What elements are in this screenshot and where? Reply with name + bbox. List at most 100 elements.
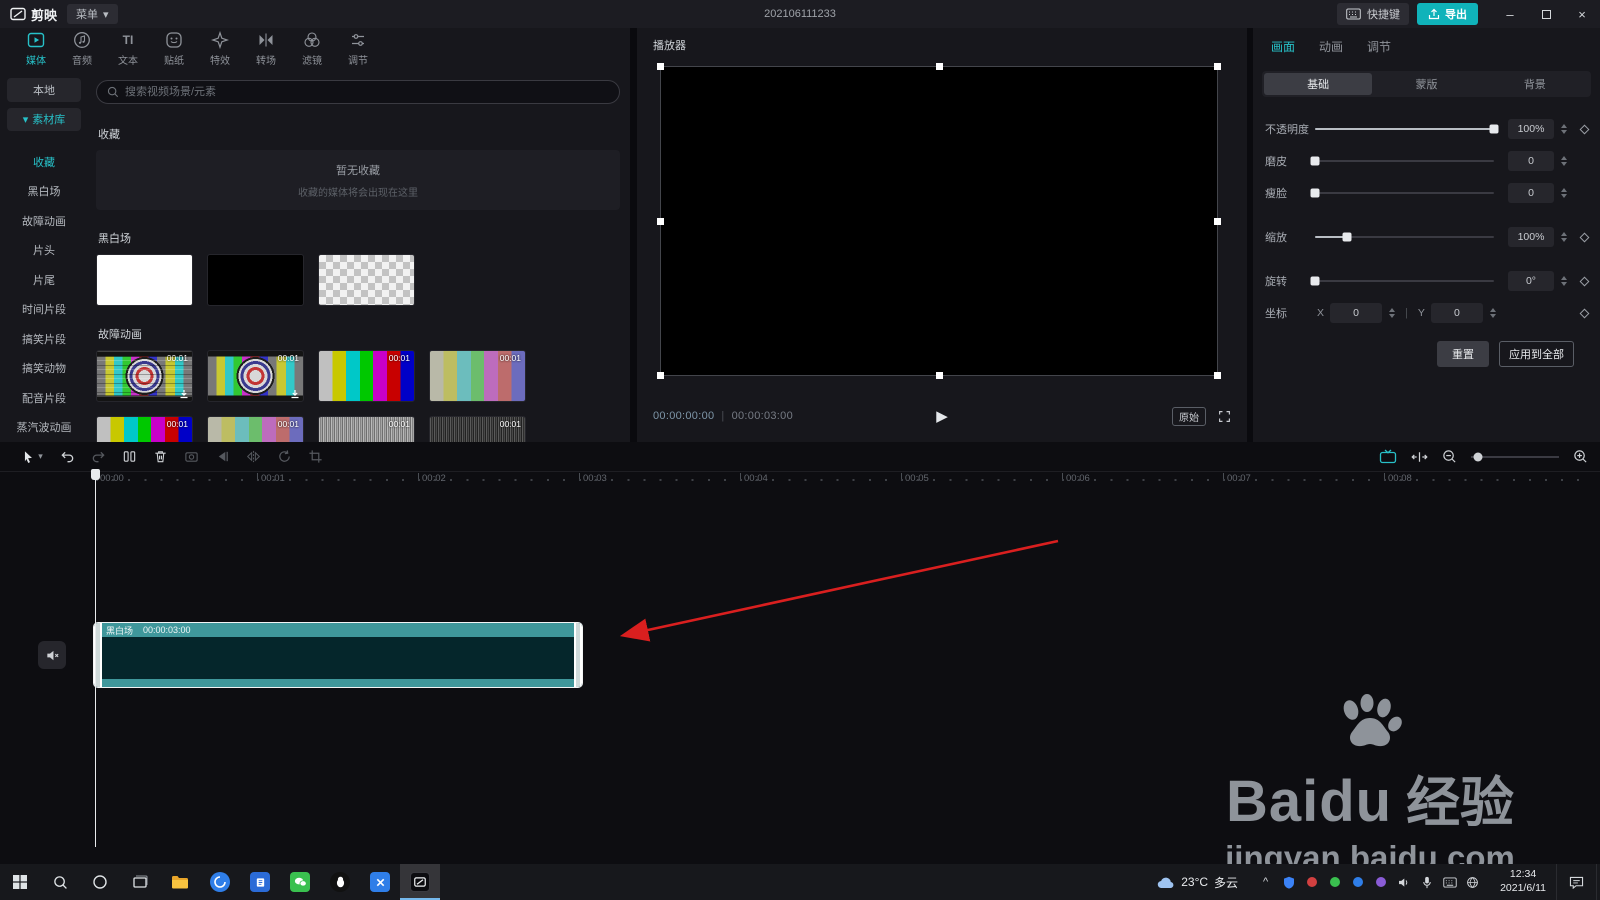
playhead[interactable]: [91, 469, 100, 847]
scale-slider[interactable]: [1315, 232, 1494, 242]
tray-expand-chevron[interactable]: ^: [1258, 875, 1273, 890]
sidebar-item-intro[interactable]: 片头: [7, 236, 81, 266]
maximize-button[interactable]: [1528, 0, 1564, 28]
smooth-skin-slider[interactable]: [1310, 156, 1494, 166]
taskbar-search-button[interactable]: [40, 864, 80, 900]
timeline-zoom-slider[interactable]: [1471, 452, 1559, 461]
original-quality-button[interactable]: 原始: [1172, 406, 1206, 426]
weather-widget[interactable]: 23°C 多云: [1147, 874, 1248, 891]
minimize-button[interactable]: –: [1492, 0, 1528, 28]
sidebar-item-funny-clip[interactable]: 搞笑片段: [7, 324, 81, 354]
tab-transition[interactable]: 转场: [244, 31, 288, 67]
thumbnail-static-noise-dark[interactable]: 00:01: [429, 416, 526, 442]
tray-app-green[interactable]: [1327, 875, 1342, 890]
search-input[interactable]: [125, 86, 609, 98]
smooth-skin-value[interactable]: 0: [1508, 151, 1554, 171]
tab-adjust[interactable]: 调节: [336, 31, 380, 67]
zoom-slider-knob[interactable]: [1473, 452, 1483, 461]
subtab-mask[interactable]: 蒙版: [1372, 73, 1480, 95]
tray-app-blue[interactable]: [1350, 875, 1365, 890]
rotate-slider[interactable]: [1310, 276, 1494, 286]
fullscreen-icon[interactable]: [1218, 410, 1231, 423]
browser-app-button[interactable]: [200, 864, 240, 900]
select-tool-button[interactable]: ▾: [12, 446, 52, 468]
opacity-slider[interactable]: [1315, 124, 1499, 134]
ime-keyboard-icon[interactable]: [1442, 875, 1457, 890]
thumbnail-colorbars[interactable]: 00:01: [318, 350, 415, 402]
smooth-skin-stepper[interactable]: [1559, 156, 1569, 166]
split-button[interactable]: [114, 446, 145, 468]
thumbnail-colorbars-3[interactable]: 00:01: [207, 416, 304, 442]
slim-face-stepper[interactable]: [1559, 188, 1569, 198]
coord-y-value[interactable]: 0: [1430, 303, 1483, 323]
tray-app-purple[interactable]: [1373, 875, 1388, 890]
reset-button[interactable]: 重置: [1437, 341, 1489, 367]
thumbnail-colorbars-2[interactable]: 00:01: [96, 416, 193, 442]
subtab-basic[interactable]: 基础: [1264, 73, 1373, 95]
coord-x-value[interactable]: 0: [1330, 303, 1383, 323]
mute-track-button[interactable]: [38, 641, 66, 669]
download-icon[interactable]: [290, 389, 300, 399]
qq-button[interactable]: [320, 864, 360, 900]
jianying-app-button[interactable]: [400, 864, 440, 900]
scale-value[interactable]: 100%: [1508, 227, 1554, 247]
thumbnail-static-noise[interactable]: 00:01: [318, 416, 415, 442]
coord-y-stepper[interactable]: [1488, 308, 1498, 318]
sidebar-item-library[interactable]: ▾ 素材库: [7, 107, 81, 131]
timeline-ruler[interactable]: 00:00 00:01 00:02 00:03 00:04 00:05 00:0…: [0, 472, 1600, 486]
taskbar-clock[interactable]: 12:34 2021/6/11: [1490, 868, 1556, 895]
docs-app-button[interactable]: [240, 864, 280, 900]
close-button[interactable]: ×: [1564, 0, 1600, 28]
zoom-out-icon[interactable]: [1442, 449, 1457, 464]
video-preview[interactable]: [657, 63, 1221, 379]
selection-handle[interactable]: [1214, 372, 1221, 379]
wechat-button[interactable]: [280, 864, 320, 900]
menu-button[interactable]: 菜单 ▾: [67, 4, 118, 24]
sidebar-item-bw-field[interactable]: 黑白场: [7, 177, 81, 207]
tab-sticker[interactable]: 贴纸: [152, 31, 196, 67]
tab-animation[interactable]: 动画: [1319, 38, 1343, 55]
timeline-clip-bw-field[interactable]: 黑白场 00:00:03:00: [93, 622, 583, 688]
security-shield-icon[interactable]: [1281, 875, 1296, 890]
sidebar-item-local[interactable]: 本地: [7, 78, 81, 102]
slim-face-value[interactable]: 0: [1508, 183, 1554, 203]
volume-icon[interactable]: [1396, 875, 1411, 890]
reverse-button[interactable]: [207, 446, 238, 468]
zoom-in-icon[interactable]: [1573, 449, 1588, 464]
thumbnail-glitch-testcard[interactable]: 00:01: [96, 350, 193, 402]
play-button[interactable]: ▶: [936, 409, 948, 424]
thumbnail-transparent-field[interactable]: [318, 254, 415, 306]
sidebar-item-vaporwave[interactable]: 蒸汽波动画: [7, 413, 81, 443]
selection-handle[interactable]: [936, 63, 943, 70]
rotate-value[interactable]: 0°: [1508, 271, 1554, 291]
tray-app-red[interactable]: [1304, 875, 1319, 890]
task-view-button[interactable]: [120, 864, 160, 900]
shortcuts-button[interactable]: 快捷键: [1337, 3, 1409, 25]
coord-keyframe-icon[interactable]: [1579, 308, 1590, 318]
snap-toggle-icon[interactable]: [1411, 450, 1428, 464]
notification-center-button[interactable]: [1556, 864, 1596, 900]
tab-text[interactable]: TI 文本: [106, 31, 150, 67]
mirror-button[interactable]: [238, 446, 269, 468]
opacity-keyframe-icon[interactable]: [1579, 124, 1590, 134]
slim-face-slider[interactable]: [1310, 188, 1494, 198]
scale-stepper[interactable]: [1559, 232, 1569, 242]
selection-handle[interactable]: [936, 372, 943, 379]
tab-audio[interactable]: 音频: [60, 31, 104, 67]
delete-button[interactable]: [145, 446, 176, 468]
preview-quality-icon[interactable]: [1379, 449, 1397, 464]
selection-handle[interactable]: [657, 63, 664, 70]
freeze-frame-button[interactable]: [176, 446, 207, 468]
redo-button[interactable]: [83, 446, 114, 468]
thumbnail-colorbars-muted[interactable]: 00:01: [429, 350, 526, 402]
rotate-keyframe-icon[interactable]: [1579, 276, 1590, 286]
start-button[interactable]: [0, 864, 40, 900]
download-icon[interactable]: [179, 389, 189, 399]
tab-media[interactable]: 媒体: [14, 31, 58, 67]
cortana-button[interactable]: [80, 864, 120, 900]
sidebar-item-outro[interactable]: 片尾: [7, 265, 81, 295]
tab-effects[interactable]: 特效: [198, 31, 242, 67]
search-bar[interactable]: [96, 80, 620, 104]
opacity-stepper[interactable]: [1559, 124, 1569, 134]
scale-keyframe-icon[interactable]: [1579, 232, 1590, 242]
